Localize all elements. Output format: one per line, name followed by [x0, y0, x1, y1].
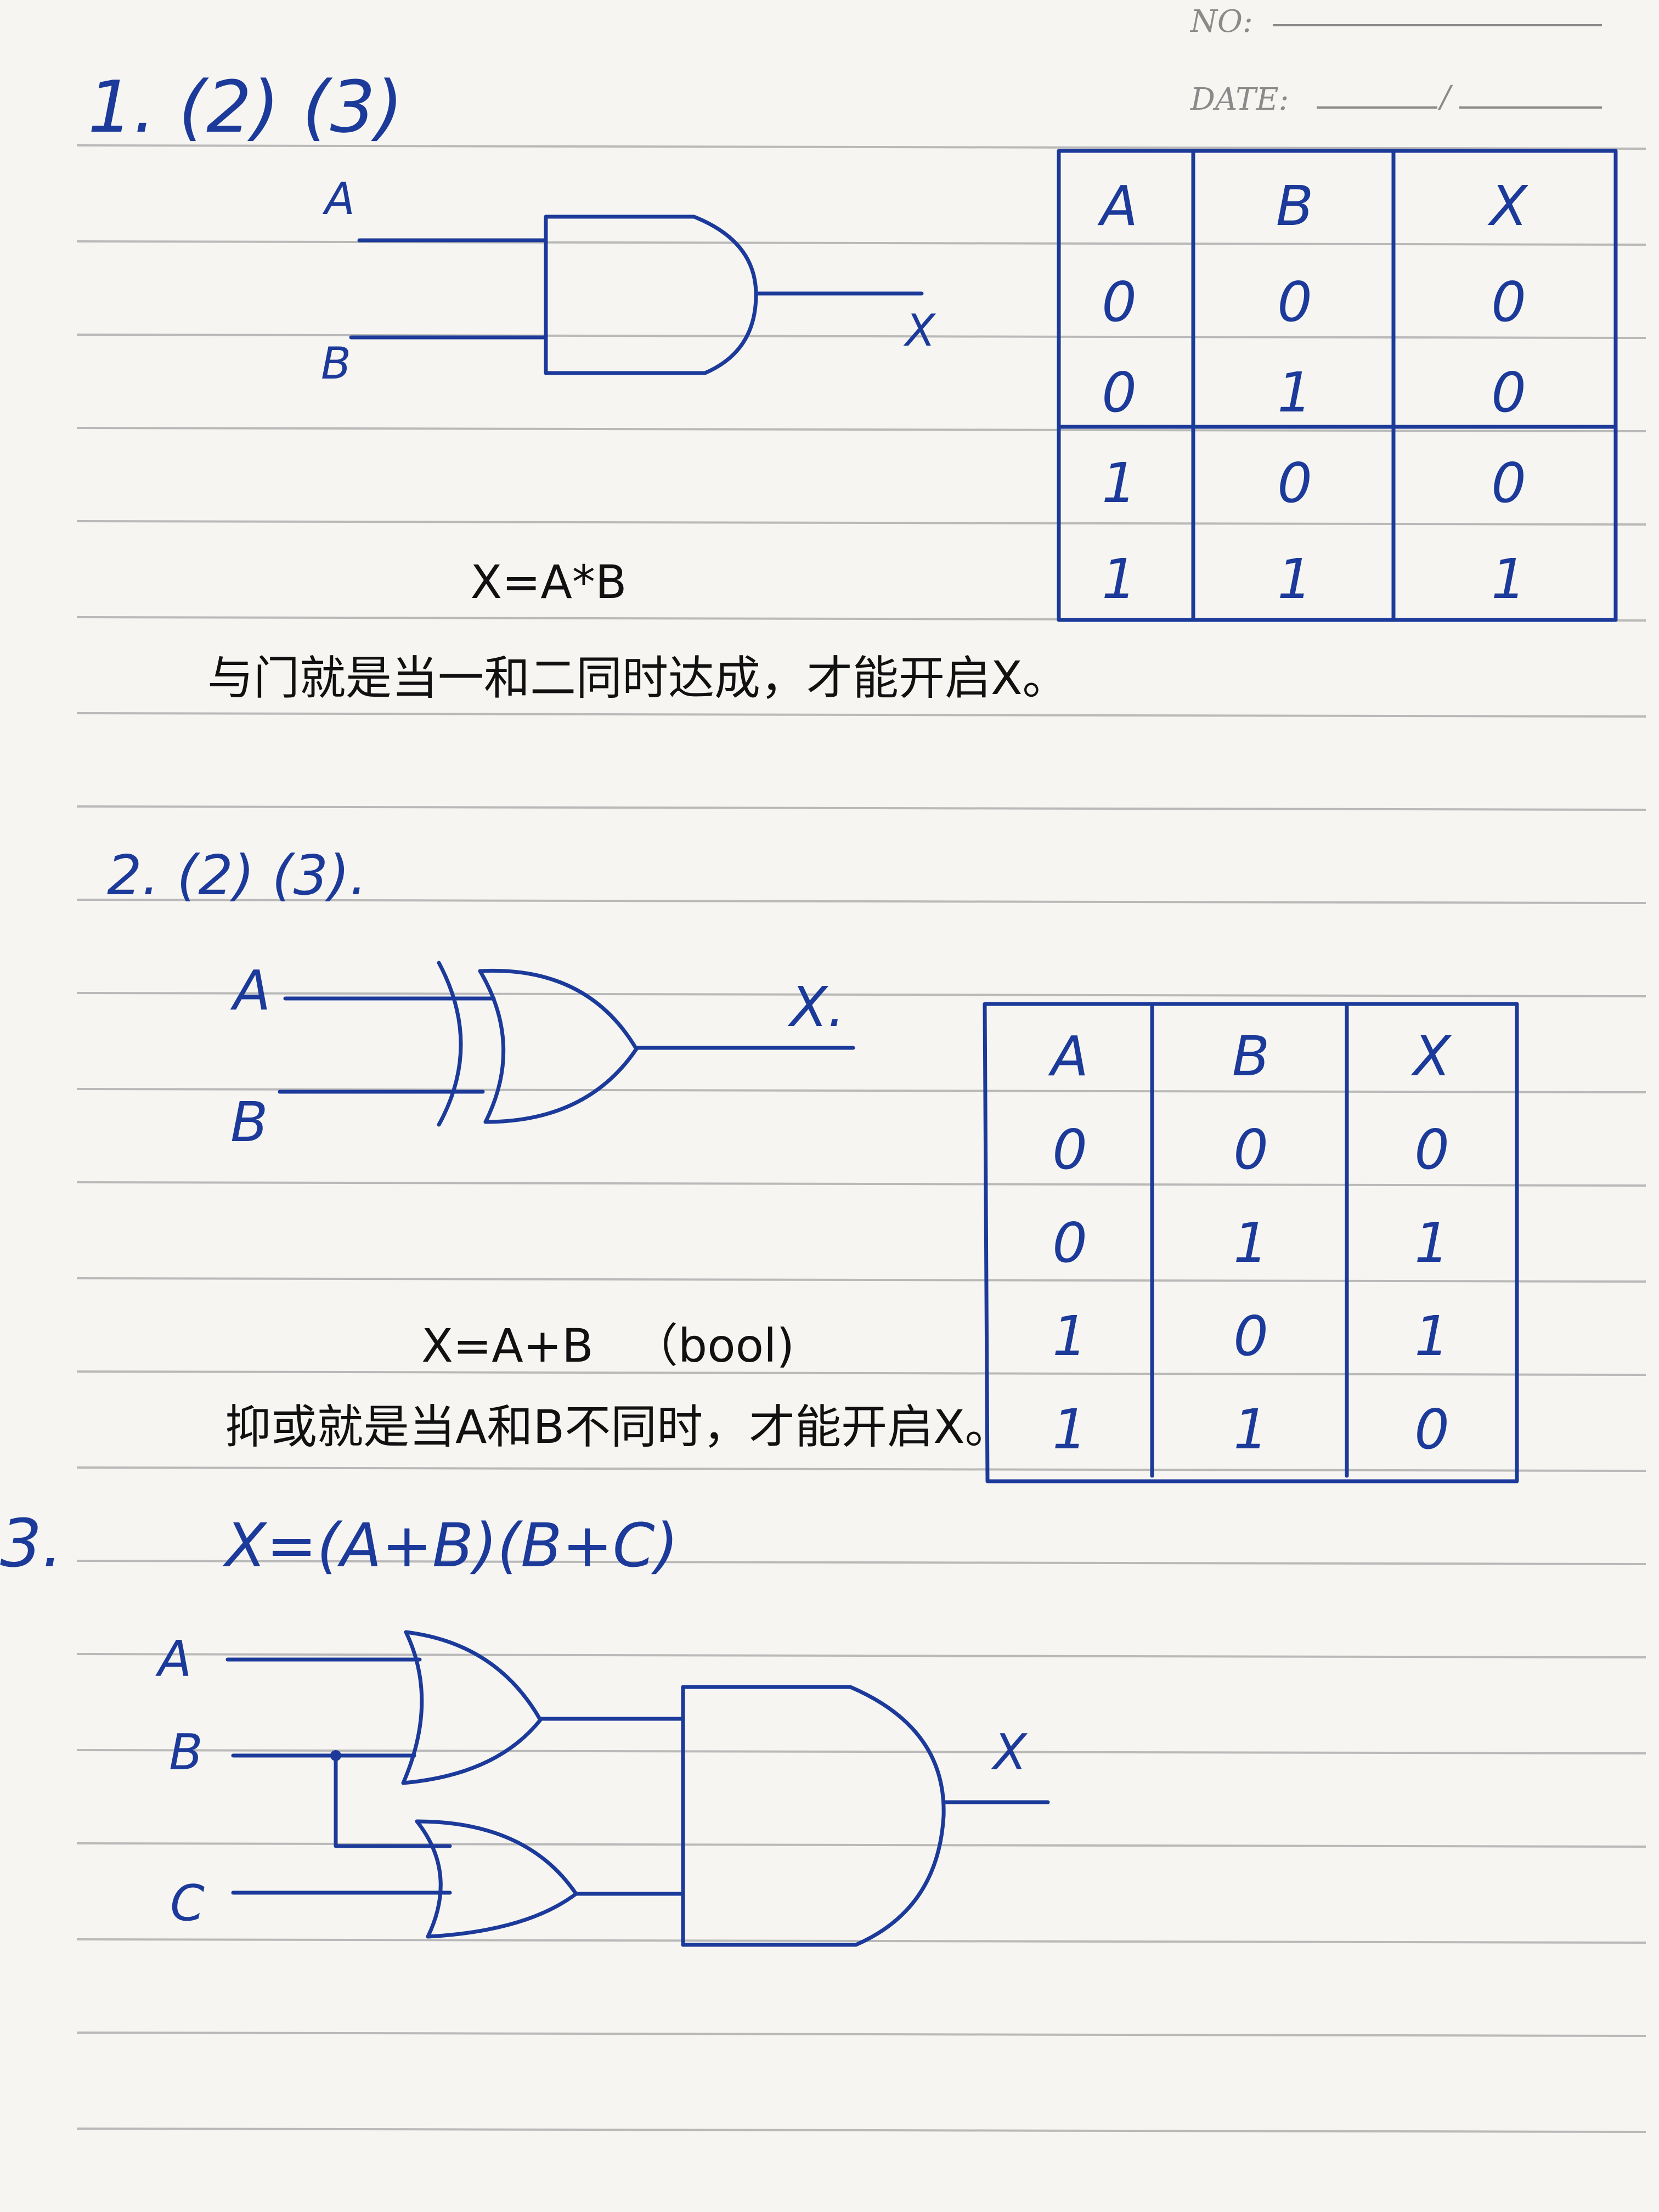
q1-table-cell: 1 [1277, 360, 1312, 425]
date-label: DATE: [1190, 82, 1289, 117]
q2-formula: X=A+B [421, 1319, 593, 1373]
q2-table-cell: 1 [1414, 1211, 1449, 1275]
q2-table-header: A [1048, 1024, 1088, 1088]
q2-table-cell: 1 [1233, 1211, 1268, 1275]
q1-table-cell: 1 [1102, 547, 1137, 611]
q2-table-cell: 1 [1233, 1397, 1268, 1462]
q1-table-cell: 0 [1277, 451, 1312, 515]
q2-truth-table: A B X 0 0 0 0 1 1 1 0 1 1 1 0 [983, 1002, 1519, 1483]
q2-input-b-label: B [230, 1090, 268, 1154]
q2-table-cell: 1 [1052, 1397, 1087, 1462]
q1-input-b-label: B [321, 338, 351, 389]
q1-table-header: A [1097, 174, 1138, 238]
q1-table-header: B [1276, 174, 1314, 238]
q1-table-cell: 0 [1102, 270, 1137, 334]
q2-table-header: B [1232, 1024, 1270, 1088]
q1-table-cell: 1 [1102, 451, 1137, 515]
q1-input-a-label: A [322, 173, 355, 224]
q2-table-cell: 1 [1052, 1304, 1087, 1368]
q3-input-a-label: A [155, 1630, 192, 1688]
q2-table-cell: 0 [1233, 1118, 1268, 1182]
q2-output-label: X. [787, 975, 845, 1039]
q3-formula: X=(A+B)(B+C) [222, 1510, 679, 1581]
q2-explanation: 抑或就是当A和B不同时，才能开启X。 [225, 1400, 1011, 1454]
q1-table-cell: 0 [1491, 360, 1526, 425]
q2-table-cell: 1 [1414, 1304, 1449, 1368]
q2-table-cell: 0 [1233, 1304, 1268, 1368]
q3-input-c-label: C [170, 1875, 205, 1932]
q1-table-cell: 0 [1277, 270, 1312, 334]
q3-input-b-label: B [169, 1724, 203, 1781]
q2-table-cell: 0 [1052, 1118, 1087, 1182]
q3-output-label: X [991, 1724, 1028, 1781]
q2-table-cell: 0 [1052, 1211, 1087, 1275]
q2-table-header: X [1410, 1024, 1452, 1088]
q2-input-a-label: A [230, 958, 270, 1023]
q2-table-cell: 0 [1414, 1397, 1449, 1462]
q3-title: 3. [0, 1506, 63, 1582]
q1-table-cell: 0 [1491, 451, 1526, 515]
q1-table-cell: 1 [1277, 547, 1312, 611]
q1-table-header: X [1487, 174, 1529, 238]
q1-output-label: X [903, 305, 936, 356]
q1-explanation: 与门就是当一和二同时达成，才能开启X。 [207, 651, 1069, 705]
q2-formula-note: （bool) [632, 1319, 794, 1373]
q1-table-cell: 1 [1491, 547, 1526, 611]
q1-table-cell: 0 [1491, 270, 1526, 334]
q1-title: 1. (2) (3) [88, 65, 403, 149]
no-label: NO: [1189, 4, 1253, 40]
notebook-page: NO: DATE: / 1. (2) (3) A B X A B X0 0 00 1 01 0… [0, 0, 1659, 2212]
q2-table-cell: 0 [1414, 1118, 1449, 1182]
q1-formula: X=A*B [470, 555, 627, 609]
q1-table-cell: 0 [1102, 360, 1137, 425]
q2-title: 2. (2) (3). [107, 843, 367, 907]
